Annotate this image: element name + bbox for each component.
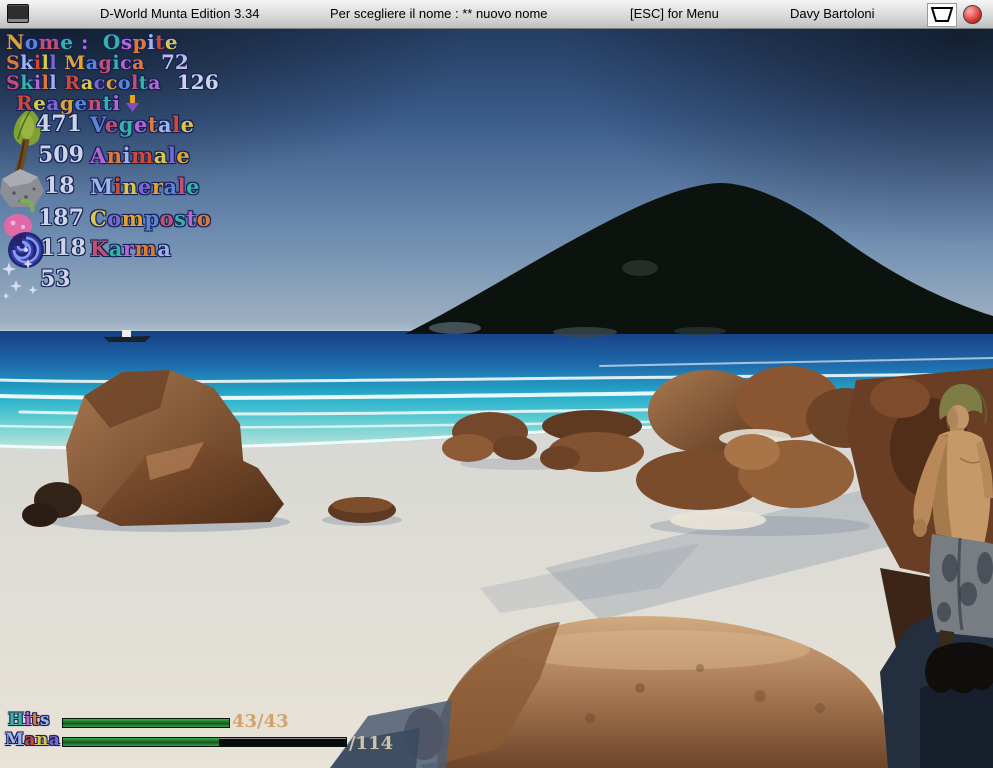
reagent-count: 187 — [38, 205, 84, 231]
author-name: Davy Bartoloni — [790, 6, 875, 21]
reagent-label: Vegetale — [90, 112, 194, 137]
hits-value: 43/43 — [232, 711, 289, 732]
reagent-label: Composto — [90, 206, 211, 231]
hits-label: Hits — [8, 710, 50, 730]
mana-bar-fill — [63, 738, 219, 746]
hits-bar-fill — [63, 719, 229, 727]
titlebar: D-World Munta Edition 3.34 Per scegliere… — [0, 0, 993, 29]
skill-raccolta-value: 126 — [177, 70, 219, 94]
cup-icon — [931, 7, 953, 23]
monitor-icon[interactable] — [7, 4, 29, 23]
mana-label: Mana — [5, 730, 60, 750]
reagent-count: 18 — [44, 173, 75, 199]
cup-button[interactable] — [927, 3, 957, 27]
reagent-count: 118 — [40, 235, 86, 261]
reagent-count: 509 — [38, 142, 84, 168]
reagent-count: 53 — [40, 266, 71, 292]
mana-value: /114 — [349, 733, 393, 754]
game-window: D-World Munta Edition 3.34 Per scegliere… — [0, 0, 993, 768]
sparkles-icon — [0, 258, 44, 302]
reagent-label: Animale — [90, 143, 190, 168]
menu-hint: [ESC] for Menu — [630, 6, 719, 21]
name-hint: Per scegliere il nome : ** nuovo nome — [330, 6, 548, 21]
reagent-count: 471 — [36, 111, 82, 137]
hits-bar — [62, 718, 230, 728]
mana-bar — [62, 737, 347, 747]
down-arrow-icon — [126, 95, 139, 112]
app-title: D-World Munta Edition 3.34 — [100, 6, 259, 21]
red-ball-button[interactable] — [963, 5, 982, 24]
reagent-label: Minerale — [90, 174, 200, 199]
beach-scene[interactable] — [0, 28, 993, 768]
reagent-label: Karma — [90, 236, 171, 261]
